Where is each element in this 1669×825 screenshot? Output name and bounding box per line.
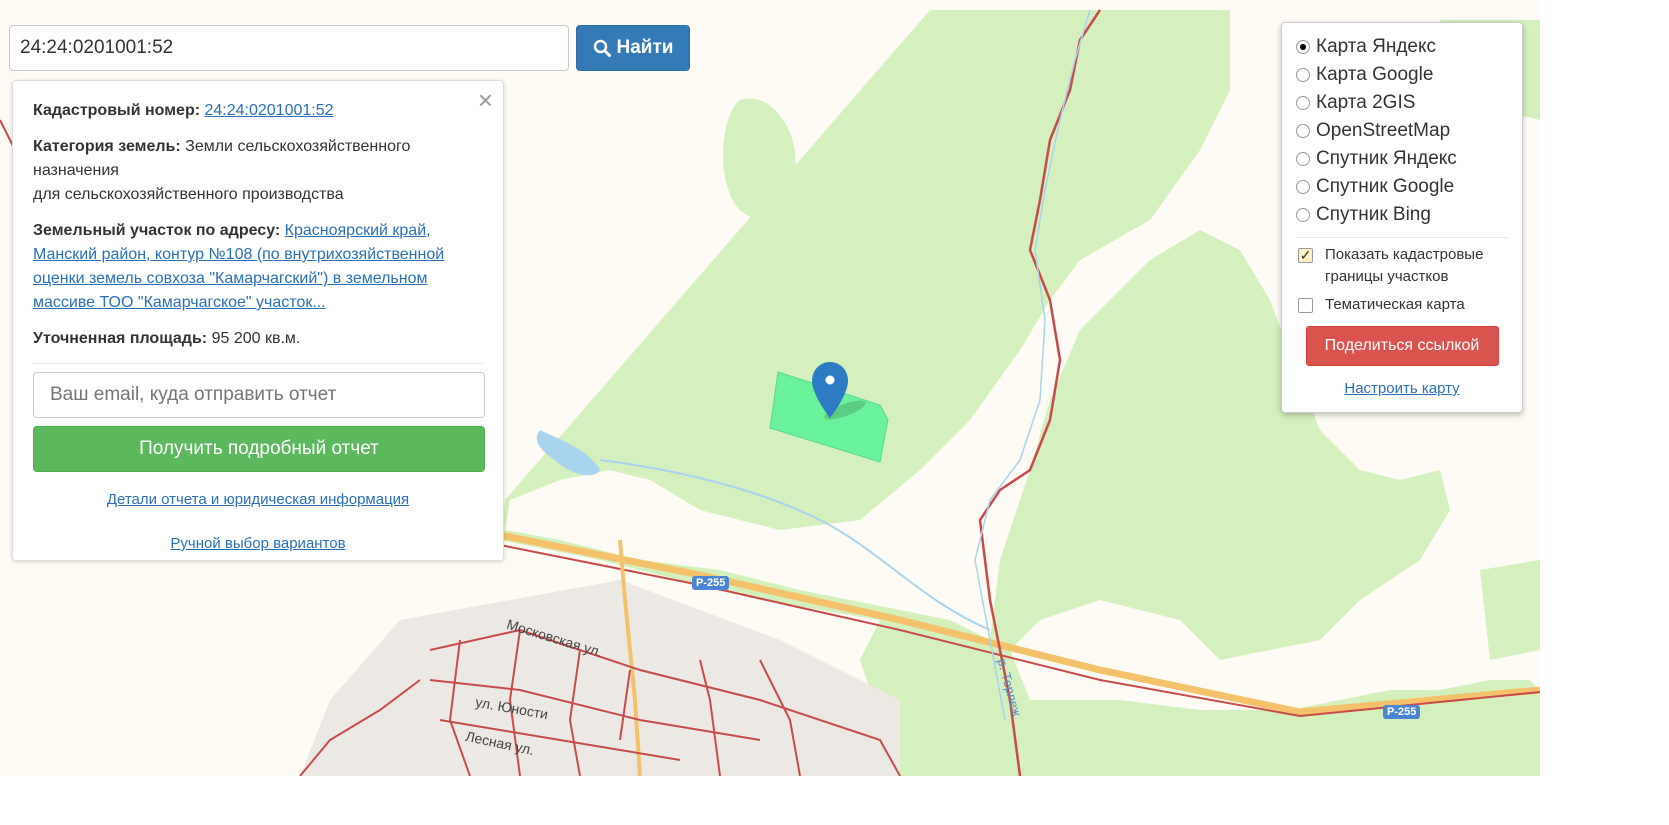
address-row: Земельный участок по адресу: Красноярски… [33, 219, 483, 315]
layer-option-label: Спутник Google [1316, 176, 1455, 197]
radio-icon[interactable] [1296, 68, 1310, 82]
thematic-map-label: Тематическая карта [1325, 296, 1465, 313]
land-category-row: Категория земель: Земли сельскохозяйстве… [33, 135, 483, 207]
search-button-label: Найти [616, 37, 674, 58]
radio-icon[interactable] [1296, 208, 1310, 222]
layer-option-google-map[interactable]: Карта Google [1296, 61, 1508, 89]
details-link-row: Детали отчета и юридическая информация [33, 488, 483, 512]
layer-option-bing-satellite[interactable]: Спутник Bing [1296, 201, 1508, 229]
radio-icon[interactable] [1296, 124, 1310, 138]
road-badge: P-255 [692, 576, 730, 590]
thematic-map-toggle[interactable]: Тематическая карта [1296, 294, 1508, 316]
cadastral-number-row: Кадастровый номер: 24:24:0201001:52 [33, 99, 483, 123]
layer-option-label: Спутник Bing [1316, 204, 1431, 225]
divider [1296, 237, 1508, 238]
share-link-button[interactable]: Поделиться ссылкой [1305, 326, 1499, 366]
manual-link-row: Ручной выбор вариантов [33, 532, 483, 556]
layer-option-label: Карта Google [1316, 64, 1434, 85]
checkbox-icon[interactable] [1298, 298, 1313, 313]
road-badge: P-255 [1383, 705, 1421, 719]
land-use-value: для сельскохозяйственного производства [33, 186, 344, 203]
radio-selected-icon[interactable] [1296, 40, 1310, 54]
report-details-link[interactable]: Детали отчета и юридическая информация [107, 491, 409, 508]
show-cadastral-label: Показать кадастровые границы участков [1325, 246, 1484, 285]
layer-option-google-satellite[interactable]: Спутник Google [1296, 173, 1508, 201]
get-report-button[interactable]: Получить подробный отчет [33, 426, 485, 472]
layer-option-label: Спутник Яндекс [1316, 148, 1457, 169]
layer-option-yandex-satellite[interactable]: Спутник Яндекс [1296, 145, 1508, 173]
area-label: Уточненная площадь: [33, 330, 208, 347]
layer-option-label: Карта Яндекс [1316, 36, 1437, 57]
close-icon[interactable]: × [478, 87, 493, 113]
search-icon [593, 39, 611, 57]
email-input[interactable] [33, 372, 485, 418]
radio-icon[interactable] [1296, 152, 1310, 166]
map-layers-panel: Карта Яндекс Карта Google Карта 2GIS Ope… [1281, 22, 1523, 413]
cadastral-search-input[interactable] [9, 25, 569, 71]
radio-icon[interactable] [1296, 180, 1310, 194]
manual-selection-link[interactable]: Ручной выбор вариантов [170, 535, 345, 552]
search-button[interactable]: Найти [576, 25, 690, 71]
area-row: Уточненная площадь: 95 200 кв.м. [33, 327, 483, 351]
cadastral-number-label: Кадастровый номер: [33, 102, 201, 119]
radio-icon[interactable] [1296, 96, 1310, 110]
layer-option-yandex-map[interactable]: Карта Яндекс [1296, 33, 1508, 61]
layer-option-label: OpenStreetMap [1316, 120, 1451, 141]
land-category-label: Категория земель: [33, 138, 181, 155]
address-label: Земельный участок по адресу: [33, 222, 281, 239]
layer-option-label: Карта 2GIS [1316, 92, 1416, 113]
divider [33, 363, 483, 364]
configure-map-link[interactable]: Настроить карту [1296, 380, 1508, 397]
checkbox-checked-icon[interactable]: ✓ [1298, 248, 1313, 263]
parcel-info-panel: × Кадастровый номер: 24:24:0201001:52 Ка… [12, 80, 504, 561]
layer-option-osm[interactable]: OpenStreetMap [1296, 117, 1508, 145]
show-cadastral-toggle[interactable]: ✓ Показать кадастровые границы участков [1296, 244, 1508, 288]
layer-option-2gis-map[interactable]: Карта 2GIS [1296, 89, 1508, 117]
area-value: 95 200 кв.м. [211, 330, 301, 347]
cadastral-number-link[interactable]: 24:24:0201001:52 [205, 102, 334, 119]
